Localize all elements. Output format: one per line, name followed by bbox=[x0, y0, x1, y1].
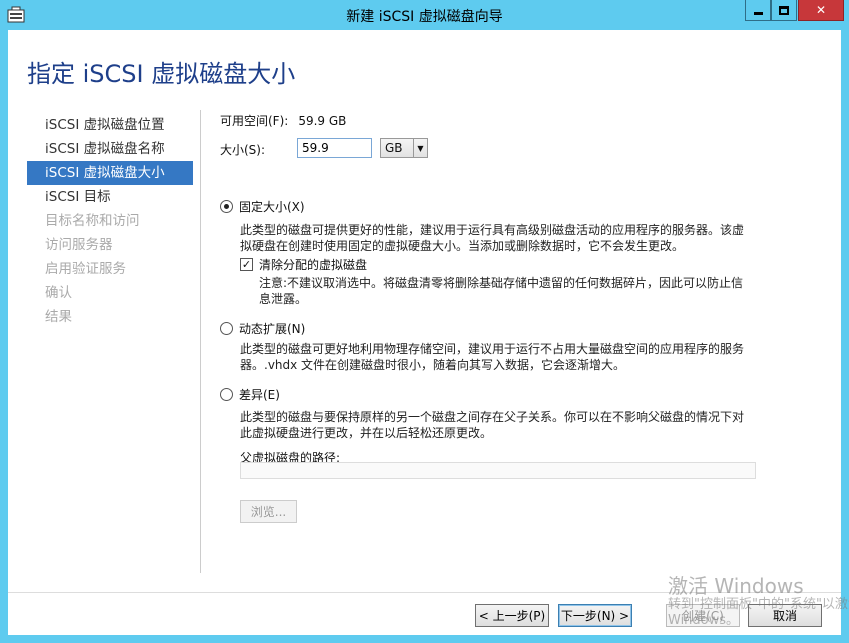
size-unit-dropdown[interactable]: GB ▼ bbox=[380, 138, 428, 158]
size-label: 大小(S): bbox=[220, 143, 266, 157]
differencing-label: 差异(E) bbox=[239, 388, 280, 402]
nav-item-enable-auth: 启用验证服务 bbox=[45, 261, 126, 277]
dynamic-expand-description: 此类型的磁盘可更好地利用物理存储空间，建议用于运行不占用大量磁盘空间的应用程序的… bbox=[240, 342, 745, 372]
browse-button: 浏览... bbox=[240, 500, 297, 523]
fixed-size-description: 此类型的磁盘可提供更好的性能，建议用于运行具有高级别磁盘活动的应用程序的服务器。… bbox=[240, 223, 745, 253]
page-title: 指定 iSCSI 虚拟磁盘大小 bbox=[27, 60, 296, 88]
differencing-option[interactable]: 差异(E) bbox=[220, 386, 280, 403]
nav-item-access-servers: 访问服务器 bbox=[45, 237, 113, 253]
nav-item-iscsi-target[interactable]: iSCSI 目标 bbox=[27, 185, 193, 209]
close-icon: ✕ bbox=[815, 3, 827, 17]
nav-item-results: 结果 bbox=[45, 309, 72, 325]
size-unit-value: GB bbox=[385, 141, 403, 155]
create-button: 创建(C) bbox=[666, 604, 740, 627]
nav-item-target-name-access: 目标名称和访问 bbox=[45, 213, 140, 229]
nav-divider bbox=[200, 110, 201, 573]
clear-disk-checkbox[interactable]: ✓ bbox=[240, 258, 253, 271]
wizard-step-nav: iSCSI 虚拟磁盘位置 iSCSI 虚拟磁盘名称 iSCSI 虚拟磁盘大小 i… bbox=[27, 113, 193, 329]
minimize-icon bbox=[753, 11, 763, 15]
clear-disk-note: 注意:不建议取消选中。将磁盘清零将删除基础存储中遗留的任何数据碎片，因此可以防止… bbox=[259, 276, 744, 306]
minimize-button[interactable] bbox=[745, 0, 771, 21]
size-input[interactable] bbox=[297, 138, 372, 158]
nav-item-confirm: 确认 bbox=[45, 285, 72, 301]
fixed-size-option[interactable]: 固定大小(X) bbox=[220, 198, 305, 215]
window-title: 新建 iSCSI 虚拟磁盘向导 bbox=[346, 9, 503, 25]
clear-disk-option[interactable]: ✓ 清除分配的虚拟磁盘 bbox=[240, 256, 367, 273]
wizard-client-area: 指定 iSCSI 虚拟磁盘大小 iSCSI 虚拟磁盘位置 iSCSI 虚拟磁盘名… bbox=[8, 30, 841, 635]
nav-item-disk-location[interactable]: iSCSI 虚拟磁盘位置 bbox=[27, 113, 193, 137]
close-button[interactable]: ✕ bbox=[798, 0, 844, 21]
available-space-label: 可用空间(F): bbox=[220, 114, 289, 128]
footer-divider bbox=[8, 592, 841, 593]
maximize-icon bbox=[779, 5, 789, 15]
cancel-button[interactable]: 取消 bbox=[748, 604, 822, 627]
dropdown-arrow-icon: ▼ bbox=[413, 139, 427, 157]
maximize-button[interactable] bbox=[771, 0, 797, 21]
wizard-window: 新建 iSCSI 虚拟磁盘向导 ✕ 指定 iSCSI 虚拟磁盘大小 iSCSI … bbox=[0, 0, 849, 643]
nav-item-disk-name[interactable]: iSCSI 虚拟磁盘名称 bbox=[27, 137, 193, 161]
nav-item-disk-size[interactable]: iSCSI 虚拟磁盘大小 bbox=[27, 161, 193, 185]
differencing-description: 此类型的磁盘与要保持原样的另一个磁盘之间存在父子关系。你可以在不影响父磁盘的情况… bbox=[240, 410, 745, 440]
fixed-size-radio[interactable] bbox=[220, 200, 233, 213]
title-bar[interactable]: 新建 iSCSI 虚拟磁盘向导 ✕ bbox=[0, 0, 849, 30]
dynamic-expand-radio[interactable] bbox=[220, 322, 233, 335]
clear-disk-label: 清除分配的虚拟磁盘 bbox=[259, 258, 368, 272]
parent-path-input bbox=[240, 462, 756, 479]
dynamic-expand-label: 动态扩展(N) bbox=[239, 322, 306, 336]
next-button[interactable]: 下一步(N) > bbox=[558, 604, 632, 627]
available-space-value: 59.9 GB bbox=[298, 114, 347, 128]
fixed-size-label: 固定大小(X) bbox=[239, 200, 305, 214]
previous-button[interactable]: < 上一步(P) bbox=[475, 604, 549, 627]
dynamic-expand-option[interactable]: 动态扩展(N) bbox=[220, 320, 305, 337]
differencing-radio[interactable] bbox=[220, 388, 233, 401]
available-space-row: 可用空间(F): 59.9 GB bbox=[220, 112, 346, 129]
